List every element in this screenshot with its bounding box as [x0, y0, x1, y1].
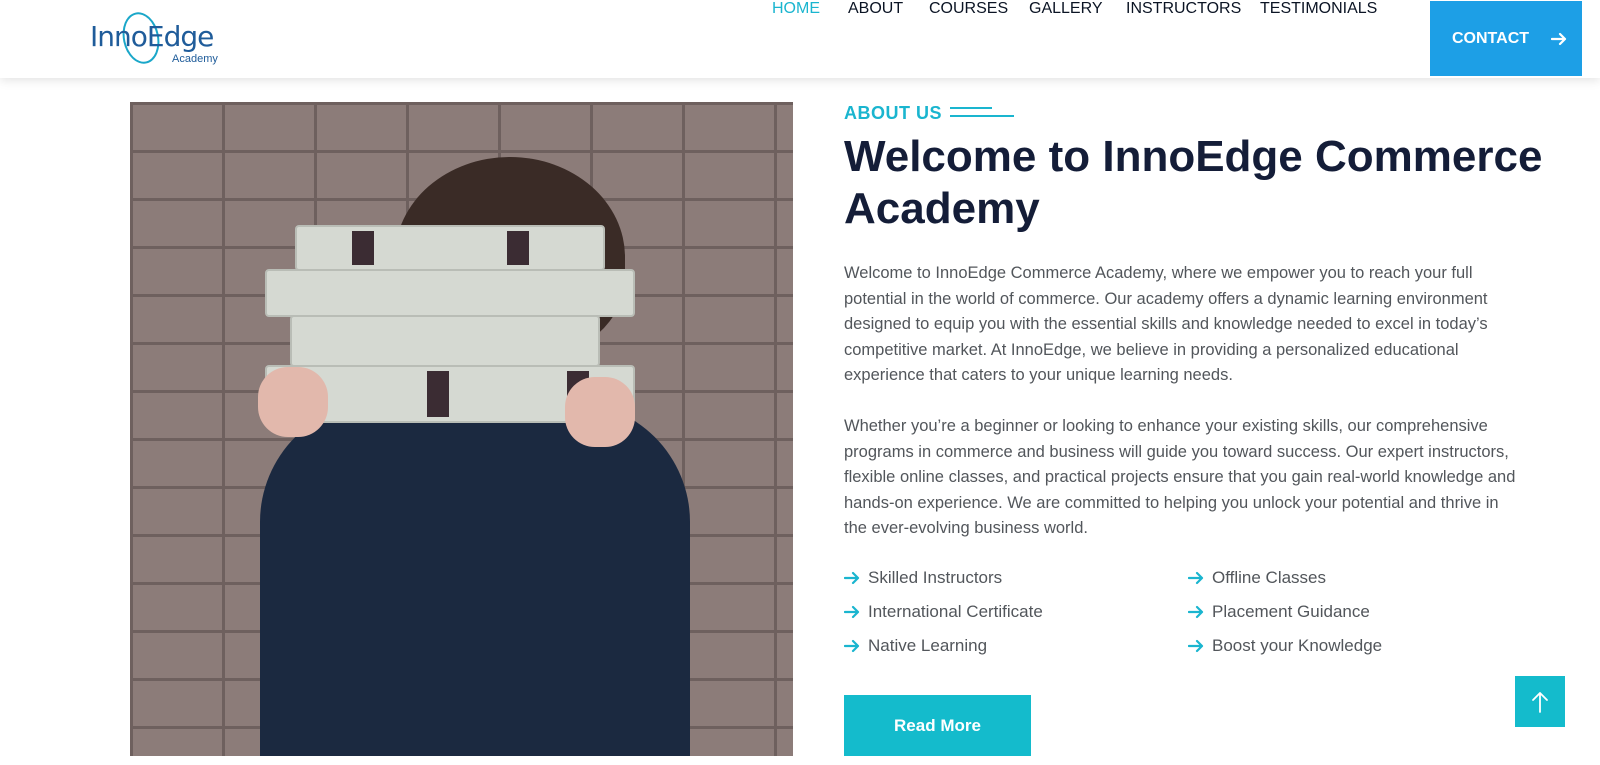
logo[interactable]: InnoEdge Academy: [90, 8, 230, 70]
arrow-right-icon: [844, 605, 860, 619]
feature-item: Boost your Knowledge: [1188, 636, 1382, 656]
nav-testimonials[interactable]: TESTIMONIALS: [1260, 0, 1377, 18]
arrow-right-icon: [1188, 605, 1204, 619]
site-header: InnoEdge Academy HOME ABOUT COURSES GALL…: [0, 0, 1600, 78]
arrow-right-icon: [844, 571, 860, 585]
page-title: Welcome to InnoEdge Commerce Academy: [844, 132, 1543, 233]
hand: [565, 377, 635, 447]
arrow-right-icon: [1188, 639, 1204, 653]
arrow-right-icon: [1551, 32, 1567, 45]
feature-label: International Certificate: [868, 602, 1043, 621]
feature-item: Skilled Instructors: [844, 568, 1002, 588]
read-more-button[interactable]: Read More: [844, 695, 1031, 756]
feature-label: Native Learning: [868, 636, 988, 655]
person-body: [260, 402, 690, 756]
book: [265, 269, 635, 317]
feature-item: Offline Classes: [1188, 568, 1326, 588]
nav-gallery[interactable]: GALLERY: [1029, 0, 1103, 18]
feature-label: Boost your Knowledge: [1212, 636, 1383, 655]
read-more-label: Read More: [894, 715, 981, 735]
feature-item: International Certificate: [844, 602, 1043, 622]
feature-item: Native Learning: [844, 636, 987, 656]
nav-home[interactable]: HOME: [772, 0, 820, 18]
book: [290, 315, 600, 367]
arrow-right-icon: [844, 639, 860, 653]
feature-label: Skilled Instructors: [868, 568, 1003, 587]
logo-text: InnoEdge: [90, 20, 214, 53]
logo-subtitle: Academy: [172, 53, 218, 65]
arrow-up-icon: [1532, 691, 1548, 713]
feature-item: Placement Guidance: [1188, 602, 1370, 622]
about-paragraph-1: Welcome to InnoEdge Commerce Academy, wh…: [844, 264, 1488, 384]
nav-courses[interactable]: COURSES: [929, 0, 1008, 18]
nav-about[interactable]: ABOUT: [848, 0, 903, 18]
contact-button[interactable]: CONTACT: [1430, 1, 1582, 76]
hand: [258, 367, 328, 437]
eyebrow-lines-icon: [950, 107, 1014, 117]
arrow-right-icon: [1188, 571, 1204, 585]
scroll-to-top-button[interactable]: [1515, 676, 1565, 727]
book: [295, 225, 605, 271]
section-eyebrow: ABOUT US: [844, 103, 942, 123]
nav-instructors[interactable]: INSTRUCTORS: [1126, 0, 1241, 18]
feature-label: Offline Classes: [1212, 568, 1327, 587]
about-image: [130, 102, 793, 756]
about-paragraph-2: Whether you’re a beginner or looking to …: [844, 417, 1516, 537]
feature-label: Placement Guidance: [1212, 602, 1370, 621]
contact-button-label: CONTACT: [1452, 29, 1530, 47]
